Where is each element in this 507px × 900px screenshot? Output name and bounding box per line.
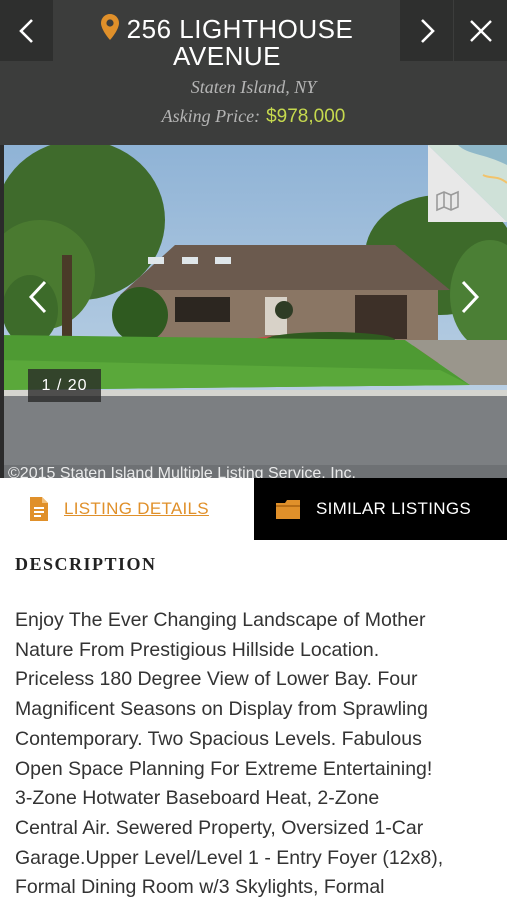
- folder-icon: [276, 499, 300, 519]
- price-label: Asking Price:: [161, 106, 261, 126]
- close-icon: [469, 19, 492, 42]
- location-text: Staten Island, NY: [190, 77, 317, 97]
- description-line: Nature From Prestigious Hillside Locatio…: [15, 638, 380, 661]
- photo-counter: 1 / 20: [28, 369, 101, 402]
- chevron-right-icon: [420, 18, 435, 43]
- tab-listing-details[interactable]: LISTING DETAILS: [0, 478, 254, 540]
- tab-similar-listings-label: SIMILAR LISTINGS: [316, 499, 472, 518]
- description-line: Priceless 180 Degree View of Lower Bay. …: [15, 668, 418, 691]
- description-line: Formal Dining Room w/3 Skylights, Formal: [15, 876, 385, 899]
- description-line: Contemporary. Two Spacious Levels. Fabul…: [15, 727, 422, 750]
- asking-price: Asking Price: $978,000: [0, 106, 507, 128]
- map-pin-icon: [100, 14, 119, 40]
- chevron-left-icon: [28, 280, 47, 314]
- description-line: Central Air. Sewered Property, Oversized…: [15, 816, 424, 839]
- listing-photo[interactable]: 1 / 20 ©2015 Staten Island Multiple List…: [0, 145, 507, 478]
- description-line: Garage.Upper Level/Level 1 - Entry Foyer…: [15, 846, 444, 869]
- description-body: Enjoy The Ever Changing Landscape of Mot…: [15, 606, 499, 900]
- chevron-left-icon: [18, 18, 33, 43]
- price-value: $978,000: [266, 106, 346, 127]
- description-heading: DESCRIPTION: [15, 554, 157, 574]
- photo-copyright: ©2015 Staten Island Multiple Listing Ser…: [8, 465, 356, 478]
- listing-title: 256 LIGHTHOUSE AVENUE: [60, 14, 394, 70]
- map-icon: [428, 145, 507, 222]
- photo-prev-button[interactable]: [20, 278, 56, 316]
- description-line: Enjoy The Ever Changing Landscape of Mot…: [15, 609, 426, 631]
- description-line: 3-Zone Hotwater Baseboard Heat, 2-Zone: [15, 787, 380, 810]
- next-listing-button[interactable]: [400, 0, 453, 61]
- map-view-button[interactable]: [428, 145, 507, 222]
- listing-header: 256 LIGHTHOUSE AVENUE Staten Island, NY …: [0, 0, 507, 145]
- description-line: Magnificent Seasons on Display from Spra…: [15, 698, 428, 721]
- document-icon: [30, 497, 48, 521]
- description-line: Open Space Planning For Extreme Entertai…: [15, 757, 433, 780]
- close-button[interactable]: [454, 0, 507, 61]
- photo-next-button[interactable]: [452, 278, 488, 316]
- address-text: 256 LIGHTHOUSE AVENUE: [126, 14, 354, 71]
- back-button[interactable]: [0, 0, 53, 61]
- tab-listing-details-label: LISTING DETAILS: [64, 499, 209, 518]
- chevron-right-icon: [461, 280, 480, 314]
- tab-similar-listings[interactable]: SIMILAR LISTINGS: [254, 478, 507, 540]
